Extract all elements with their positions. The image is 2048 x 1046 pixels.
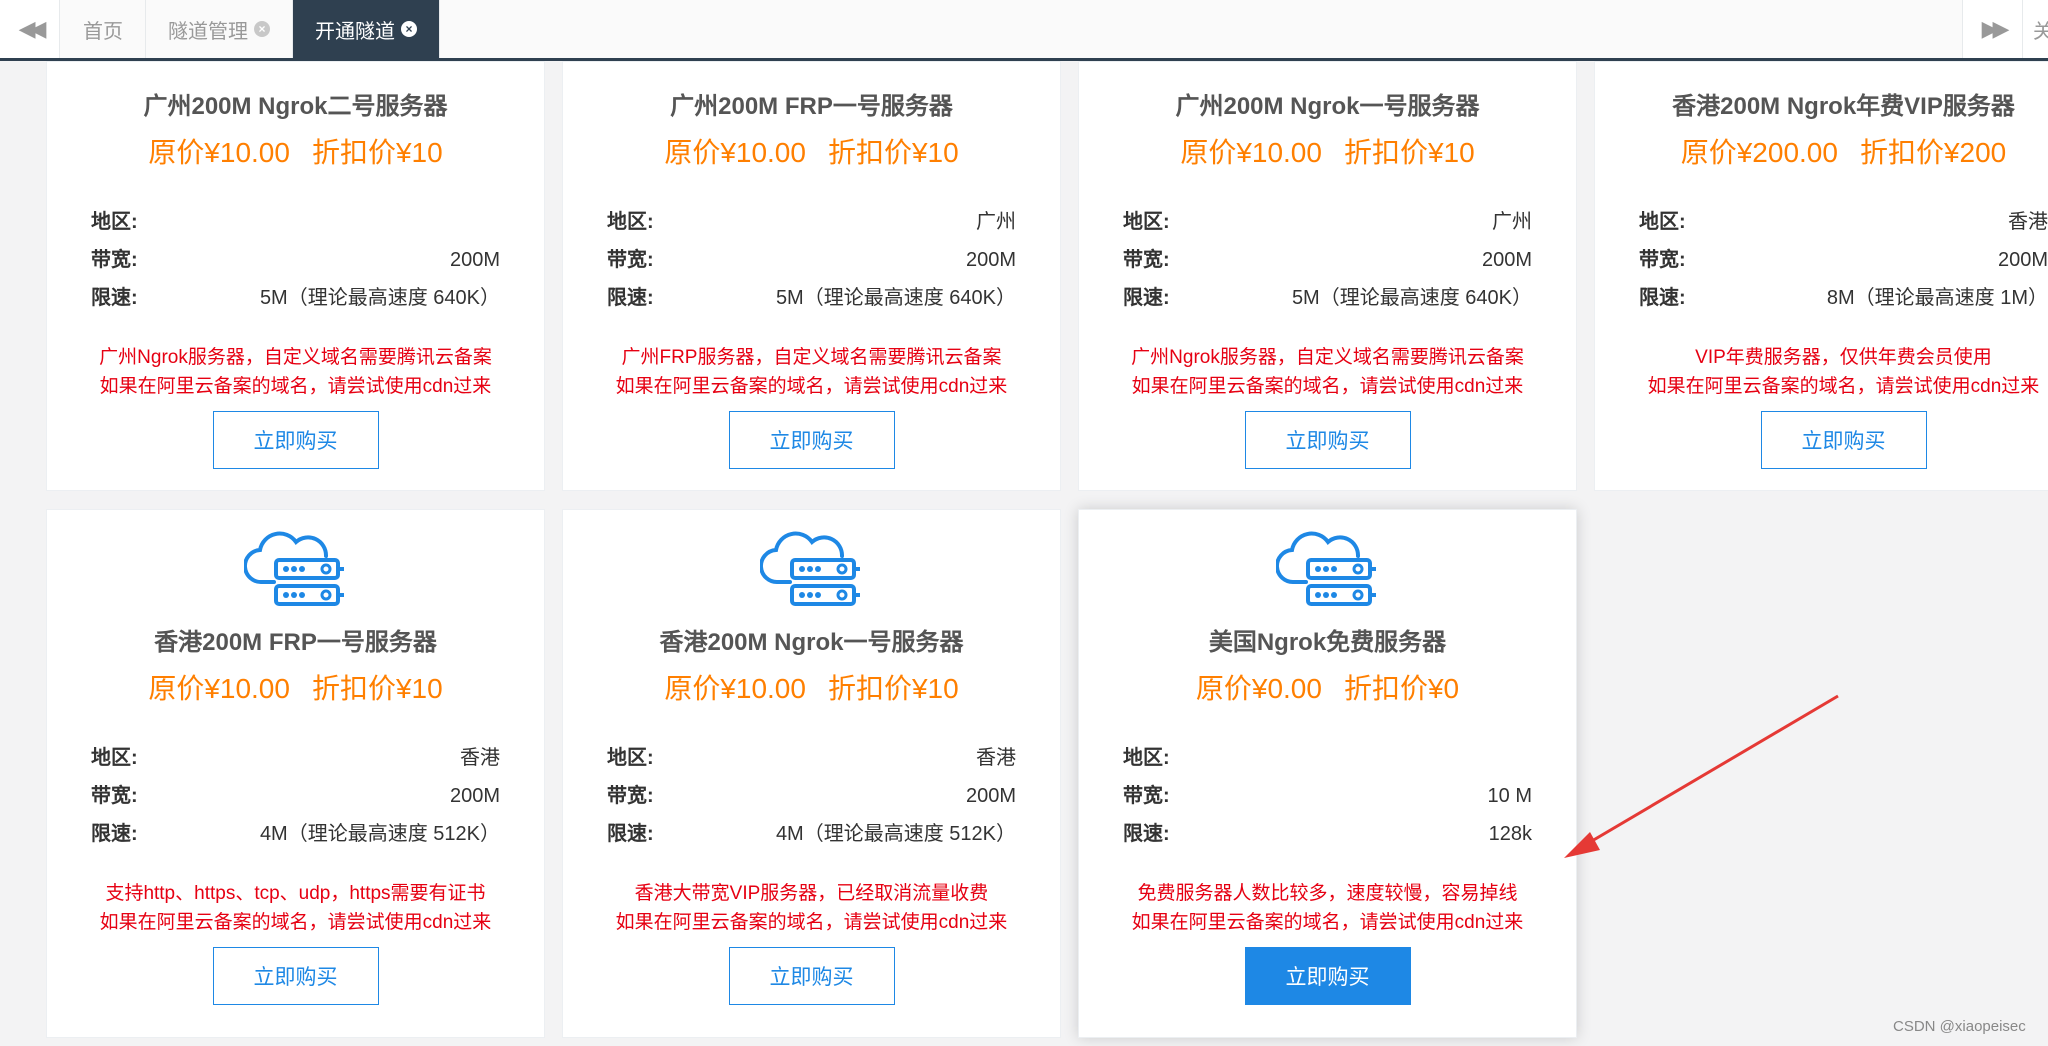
spec-list: 地区: 带宽: 10 M 限速: 128k <box>1123 739 1532 853</box>
spec-region: 地区: 香港 <box>1639 211 2048 233</box>
tab-tunnel-management[interactable]: 隧道管理 × <box>146 0 293 58</box>
tab-label: 首页 <box>83 20 123 43</box>
tab-bar: ◀◀ 首页 隧道管理 × 开通隧道 × ▶▶ 关 <box>0 0 2048 61</box>
original-price: 原价¥10.00 <box>148 673 290 704</box>
original-price: 原价¥0.00 <box>1195 673 1322 704</box>
spec-speed: 限速: 4M（理论最高速度 512K） <box>91 823 500 845</box>
server-title: 香港200M Ngrok一号服务器 <box>659 629 964 656</box>
spec-speed: 限速: 4M（理论最高速度 512K） <box>607 823 1016 845</box>
close-all-tabs-button[interactable]: 关 <box>2022 0 2048 58</box>
discount-price: 折扣价¥10 <box>827 673 959 704</box>
price-line: 原价¥10.00 折扣价¥10 <box>563 667 1060 707</box>
discount-price: 折扣价¥10 <box>311 673 443 704</box>
watermark: CSDN @xiaopeisec <box>1893 1018 2026 1035</box>
double-chevron-right-icon: ▶▶ <box>1981 16 2010 41</box>
spec-list: 地区: 香港 带宽: 200M 限速: 8M（理论最高速度 1M） <box>1639 203 2048 317</box>
discount-price: 折扣价¥0 <box>1343 673 1460 704</box>
spec-region: 地区: <box>91 211 138 233</box>
tab-label: 开通隧道 <box>315 20 395 43</box>
spec-bandwidth: 带宽: 200M <box>91 249 500 271</box>
discount-price: 折扣价¥10 <box>827 137 959 168</box>
discount-price: 折扣价¥10 <box>311 137 443 168</box>
cloud-server-icon <box>1275 531 1376 606</box>
server-note: 免费服务器人数比较多，速度较慢，容易掉线 如果在阿里云备案的域名，请尝试使用cd… <box>1131 883 1524 933</box>
server-card: 广州200M Ngrok一号服务器 原价¥10.00 折扣价¥10 地区: 广州 带… <box>1078 61 1577 491</box>
buy-now-button[interactable]: 立即购买 <box>212 947 379 1005</box>
server-card: 香港200M Ngrok年费VIP服务器 原价¥200.00 折扣价¥200 地区… <box>1594 61 2048 491</box>
buy-now-button[interactable]: 立即购买 <box>1244 947 1411 1005</box>
price-line: 原价¥10.00 折扣价¥10 <box>47 667 544 707</box>
server-title: 香港200M FRP一号服务器 <box>154 629 437 656</box>
server-card: 香港200M Ngrok一号服务器 原价¥10.00 折扣价¥10 地区: 香港 带… <box>562 509 1061 1038</box>
spec-speed: 限速: 128k <box>1123 823 1532 845</box>
price-line: 原价¥0.00 折扣价¥0 <box>1079 667 1576 707</box>
tab-open-tunnel[interactable]: 开通隧道 × <box>293 0 440 58</box>
server-title: 美国Ngrok免费服务器 <box>1208 629 1447 656</box>
spec-region: 地区: 广州 <box>1123 211 1532 233</box>
close-icon[interactable]: × <box>254 21 270 37</box>
server-note: 香港大带宽VIP服务器，已经取消流量收费 如果在阿里云备案的域名，请尝试使用cd… <box>615 883 1008 933</box>
spec-bandwidth: 带宽: 200M <box>91 785 500 807</box>
original-price: 原价¥10.00 <box>664 673 806 704</box>
original-price: 原价¥10.00 <box>148 137 290 168</box>
server-title: 广州200M Ngrok二号服务器 <box>143 93 448 120</box>
spec-bandwidth: 带宽: 200M <box>607 785 1016 807</box>
server-card-highlighted: 美国Ngrok免费服务器 原价¥0.00 折扣价¥0 地区: 带宽: 10 M 限速… <box>1078 509 1577 1038</box>
cloud-server-icon <box>243 531 344 606</box>
price-line: 原价¥10.00 折扣价¥10 <box>1079 131 1576 171</box>
discount-price: 折扣价¥10 <box>1343 137 1475 168</box>
server-title: 香港200M Ngrok年费VIP服务器 <box>1672 93 2015 120</box>
buy-now-button[interactable]: 立即购买 <box>728 411 895 469</box>
spec-speed: 限速: 5M（理论最高速度 640K） <box>1123 287 1532 309</box>
buy-now-button[interactable]: 立即购买 <box>1244 411 1411 469</box>
original-price: 原价¥200.00 <box>1680 137 1838 168</box>
server-note: 支持http、https、tcp、udp，https需要有证书 如果在阿里云备案… <box>99 883 492 933</box>
server-title: 广州200M FRP一号服务器 <box>670 93 953 120</box>
server-card: 香港200M FRP一号服务器 原价¥10.00 折扣价¥10 地区: 香港 带宽:… <box>46 509 545 1038</box>
spec-bandwidth: 带宽: 200M <box>607 249 1016 271</box>
tab-scroll-right-button[interactable]: ▶▶ <box>1962 0 2022 58</box>
spec-speed: 限速: 5M（理论最高速度 640K） <box>91 287 500 309</box>
spec-list: 地区: 香港 带宽: 200M 限速: 4M（理论最高速度 512K） <box>607 739 1016 853</box>
buy-now-button[interactable]: 立即购买 <box>212 411 379 469</box>
spec-speed: 限速: 5M（理论最高速度 640K） <box>607 287 1016 309</box>
spec-list: 地区: 广州 带宽: 200M 限速: 5M（理论最高速度 640K） <box>1123 203 1532 317</box>
price-line: 原价¥200.00 折扣价¥200 <box>1595 131 2048 171</box>
buy-now-button[interactable]: 立即购买 <box>1760 411 1927 469</box>
buy-now-button[interactable]: 立即购买 <box>728 947 895 1005</box>
discount-price: 折扣价¥200 <box>1859 137 2007 168</box>
spec-region: 地区: 香港 <box>607 747 1016 769</box>
server-card: 广州200M FRP一号服务器 原价¥10.00 折扣价¥10 地区: 广州 带宽:… <box>562 61 1061 491</box>
price-line: 原价¥10.00 折扣价¥10 <box>47 131 544 171</box>
server-note: 广州Ngrok服务器，自定义域名需要腾讯云备案 如果在阿里云备案的域名，请尝试使… <box>1131 347 1524 397</box>
server-note: VIP年费服务器，仅供年费会员使用 如果在阿里云备案的域名，请尝试使用cdn过来 <box>1647 347 2040 397</box>
spec-bandwidth: 带宽: 200M <box>1123 249 1532 271</box>
server-note: 广州FRP服务器，自定义域名需要腾讯云备案 如果在阿里云备案的域名，请尝试使用c… <box>615 347 1008 397</box>
annotation-arrow <box>1564 694 1839 858</box>
server-card: 广州200M Ngrok二号服务器 原价¥10.00 折扣价¥10 地区: 带宽:… <box>46 61 545 491</box>
spec-bandwidth: 带宽: 10 M <box>1123 785 1532 807</box>
tab-list: 首页 隧道管理 × 开通隧道 × <box>61 0 440 58</box>
tab-scroll-left-button[interactable]: ◀◀ <box>0 0 60 58</box>
spec-list: 地区: 带宽: 200M 限速: 5M（理论最高速度 640K） <box>91 203 500 317</box>
tab-home[interactable]: 首页 <box>61 0 146 58</box>
spec-region: 地区: 广州 <box>607 211 1016 233</box>
spec-speed: 限速: 8M（理论最高速度 1M） <box>1639 287 2048 309</box>
spec-region: 地区: <box>1123 747 1170 769</box>
spec-bandwidth: 带宽: 200M <box>1639 249 2048 271</box>
double-chevron-left-icon: ◀◀ <box>18 16 47 41</box>
original-price: 原价¥10.00 <box>1180 137 1322 168</box>
server-title: 广州200M Ngrok一号服务器 <box>1175 93 1480 120</box>
original-price: 原价¥10.00 <box>664 137 806 168</box>
close-icon[interactable]: × <box>401 21 417 37</box>
spec-list: 地区: 广州 带宽: 200M 限速: 5M（理论最高速度 640K） <box>607 203 1016 317</box>
price-line: 原价¥10.00 折扣价¥10 <box>563 131 1060 171</box>
tab-label: 隧道管理 <box>168 20 248 43</box>
server-note: 广州Ngrok服务器，自定义域名需要腾讯云备案 如果在阿里云备案的域名，请尝试使… <box>99 347 492 397</box>
spec-list: 地区: 香港 带宽: 200M 限速: 4M（理论最高速度 512K） <box>91 739 500 853</box>
spec-region: 地区: 香港 <box>91 747 500 769</box>
cloud-server-icon <box>759 531 860 606</box>
